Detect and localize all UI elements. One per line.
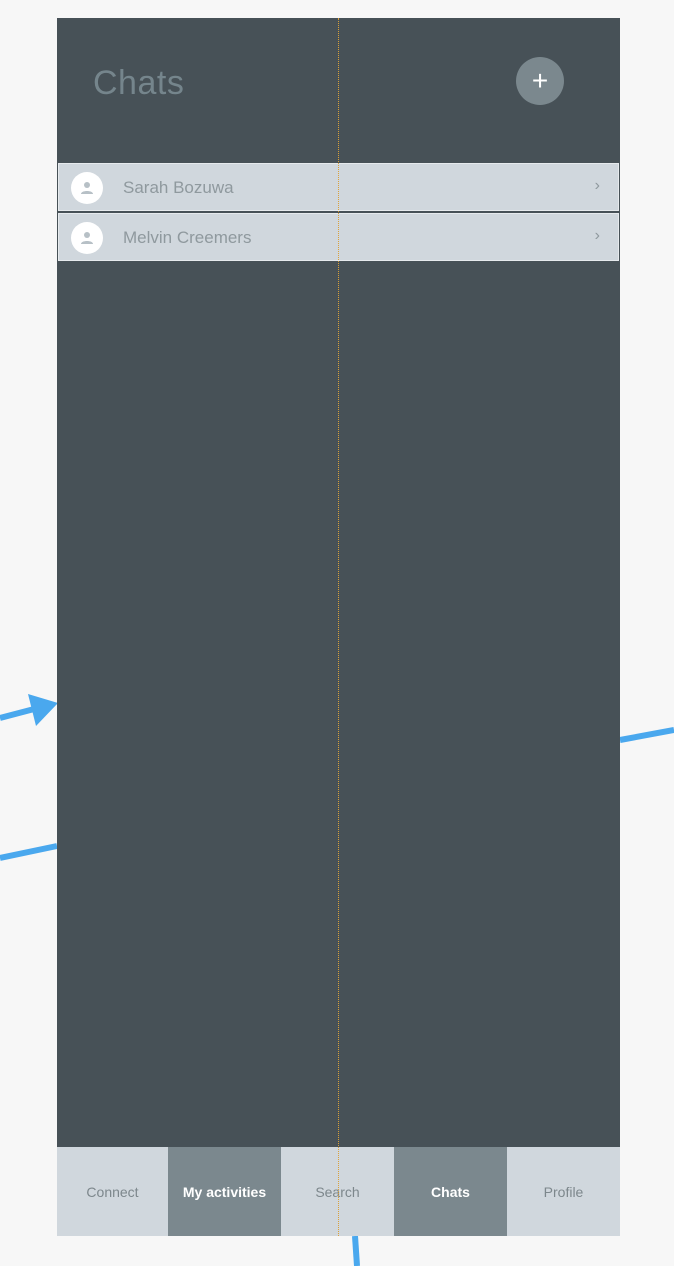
avatar bbox=[71, 172, 103, 204]
chevron-right-icon: › bbox=[594, 227, 600, 244]
arrow-line-right bbox=[619, 727, 674, 743]
chat-name: Sarah Bozuwa bbox=[123, 178, 234, 197]
arrow-line-lower-left bbox=[0, 843, 58, 861]
person-icon bbox=[81, 182, 93, 194]
header: Chats + bbox=[57, 18, 620, 163]
person-icon bbox=[81, 232, 93, 244]
tab-my-activities[interactable]: My activities bbox=[168, 1147, 281, 1236]
chat-name: Melvin Creemers bbox=[123, 228, 252, 247]
bottom-tab-bar: Connect My activities Search Chats Profi… bbox=[57, 1147, 620, 1236]
tab-profile[interactable]: Profile bbox=[507, 1147, 620, 1236]
arrow-head-left bbox=[28, 694, 58, 726]
page-title: Chats bbox=[93, 64, 185, 102]
tab-chats[interactable]: Chats bbox=[394, 1147, 507, 1236]
chat-row-sarah-bozuwa[interactable]: Sarah Bozuwa › bbox=[58, 163, 619, 211]
avatar bbox=[71, 222, 103, 254]
chat-list: Sarah Bozuwa › Melvin Creemers › bbox=[57, 163, 620, 263]
phone-screen: Chats + Sarah Bozuwa › Melvin Creemers › bbox=[57, 18, 620, 1236]
tab-connect[interactable]: Connect bbox=[57, 1147, 168, 1236]
tab-search[interactable]: Search bbox=[281, 1147, 394, 1236]
chevron-right-icon: › bbox=[594, 177, 600, 194]
add-chat-button[interactable]: + bbox=[516, 57, 564, 105]
chat-row-melvin-creemers[interactable]: Melvin Creemers › bbox=[58, 213, 619, 261]
arrow-line-bottom bbox=[352, 1235, 360, 1266]
